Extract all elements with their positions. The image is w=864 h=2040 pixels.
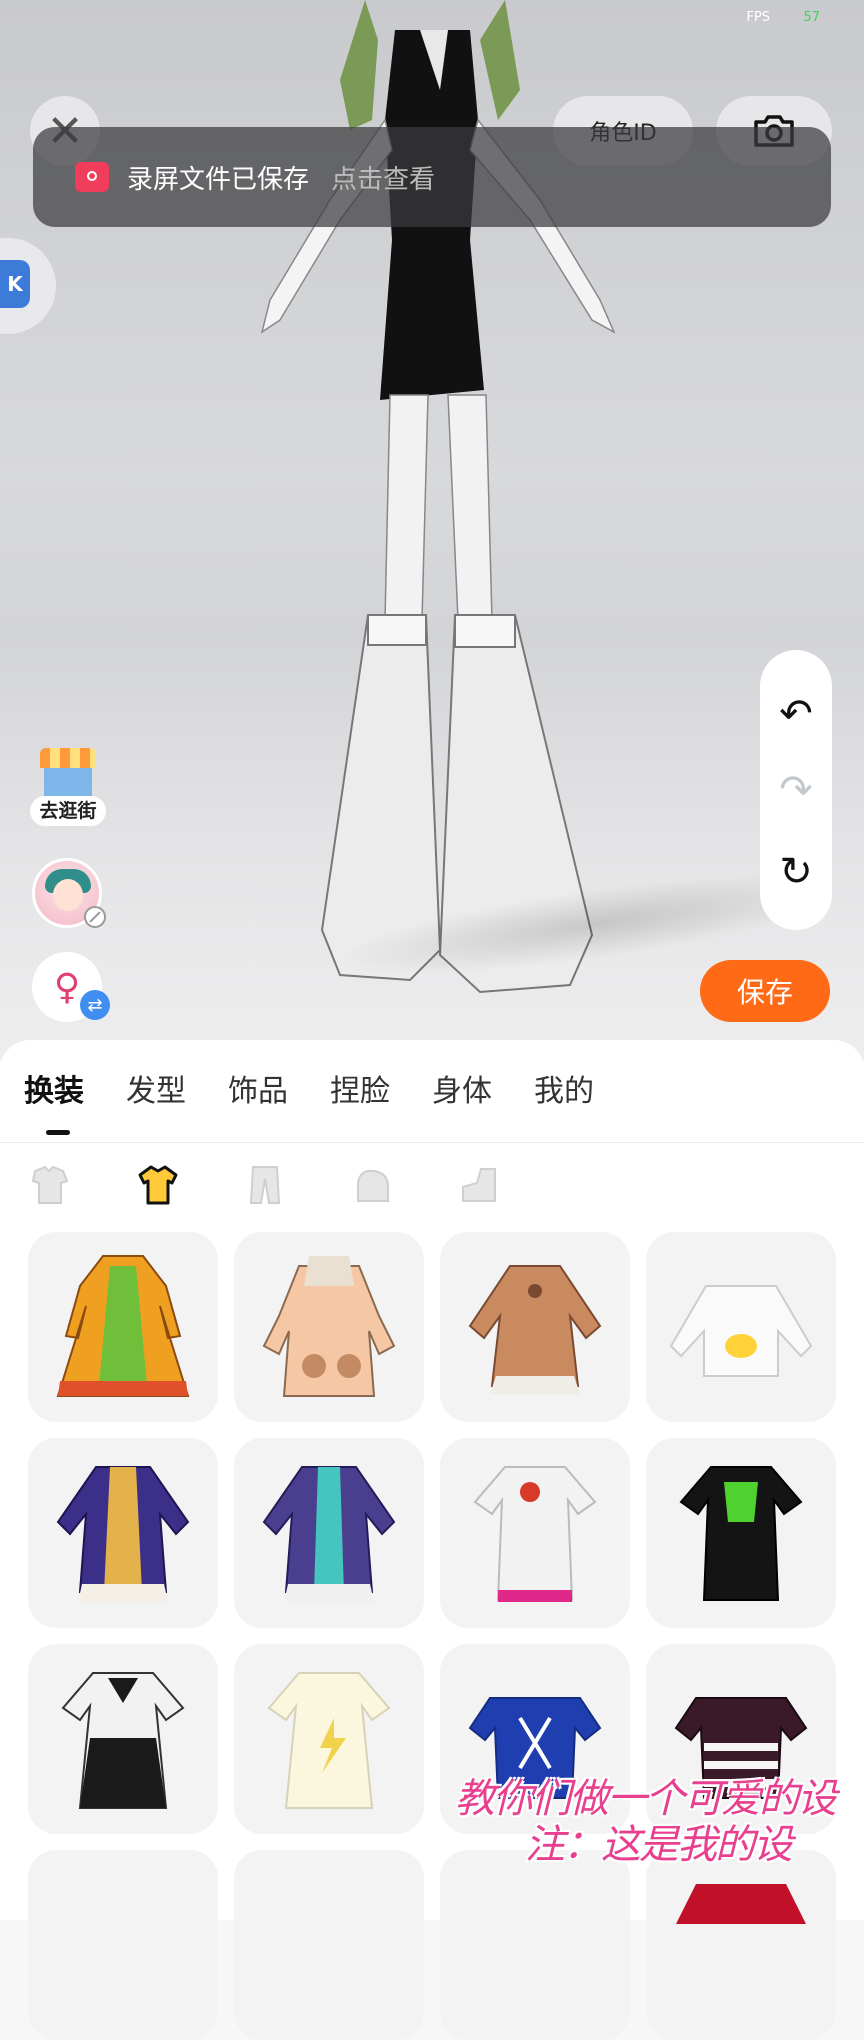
coat-icon — [262, 1256, 396, 1397]
hidden-badge-icon — [84, 906, 106, 928]
subcat-tops[interactable] — [133, 1160, 183, 1210]
caption-overlay: 教你们做一个可爱的设 注：这是我的设 — [455, 1776, 855, 1868]
clothing-item-partial-3[interactable] — [440, 1850, 630, 2040]
subcat-pants[interactable] — [240, 1160, 290, 1210]
shop-icon — [40, 748, 96, 768]
pants-icon — [249, 1166, 281, 1204]
dress-icon — [267, 1672, 391, 1809]
clothing-item-white-duck-sweater[interactable] — [646, 1232, 836, 1422]
clothing-item-brown-cape-dress[interactable] — [440, 1232, 630, 1422]
clothing-item-orange-green-robe[interactable] — [28, 1232, 218, 1422]
clothing-item-partial-4[interactable] — [646, 1850, 836, 2040]
robe-icon — [56, 1255, 190, 1397]
swap-icon[interactable]: ⇄ — [80, 990, 110, 1020]
caption-line-2: 注：这是我的设 — [525, 1822, 793, 1868]
screen-record-toast[interactable]: 录屏文件已保存 点击查看 — [33, 127, 831, 227]
dress-icon — [468, 1265, 602, 1394]
clothing-item-purple-teal-robe[interactable] — [234, 1438, 424, 1628]
subcat-gloves[interactable] — [347, 1160, 397, 1210]
top-shirt-icon — [138, 1165, 178, 1205]
clothing-item-cream-lightning-dress[interactable] — [234, 1644, 424, 1834]
clothing-item-partial-1[interactable] — [28, 1850, 218, 2040]
redo-button[interactable]: ↷ — [760, 754, 832, 826]
undo-icon: ↶ — [779, 691, 813, 737]
fps-label: FPS — [746, 10, 770, 25]
tab-mine[interactable]: 我的 — [534, 1070, 594, 1114]
shoes-icon — [462, 1168, 496, 1202]
gloves-icon — [357, 1169, 389, 1202]
tee-dress-icon — [473, 1466, 597, 1602]
sweater-icon — [669, 1285, 813, 1377]
active-tab-indicator — [46, 1130, 70, 1135]
caption-line-1: 教你们做一个可爱的设 — [455, 1776, 837, 1822]
subcat-outfit-set[interactable] — [26, 1160, 76, 1210]
tab-body[interactable]: 身体 — [432, 1070, 492, 1114]
tab-hair[interactable]: 发型 — [126, 1070, 186, 1114]
record-icon — [75, 162, 109, 192]
divider — [0, 1142, 864, 1143]
history-controls: ↶ ↷ ↻ — [760, 650, 832, 930]
female-icon: ♀ — [53, 966, 81, 1008]
subcat-shoes[interactable] — [454, 1160, 504, 1210]
go-shopping-button[interactable]: 去逛街 — [30, 748, 106, 828]
top-icon — [676, 1884, 806, 1924]
robe-icon — [56, 1466, 190, 1602]
outfit-set-icon — [31, 1165, 69, 1204]
tab-face[interactable]: 捏脸 — [330, 1070, 390, 1114]
save-button[interactable]: 保存 — [700, 960, 830, 1022]
clothing-item-black-white-star-dress[interactable] — [28, 1644, 218, 1834]
undo-button[interactable]: ↶ — [760, 678, 832, 750]
shop-building — [44, 768, 92, 798]
redo-icon: ↷ — [779, 767, 813, 813]
toast-message: 录屏文件已保存 — [127, 164, 310, 195]
dress-icon — [61, 1672, 185, 1809]
clothing-item-peach-bear-coat[interactable] — [234, 1232, 424, 1422]
clothing-item-partial-2[interactable] — [234, 1850, 424, 2040]
k-icon: K — [0, 260, 30, 308]
subcategory-bar — [26, 1160, 561, 1210]
fps-value: 57 — [803, 10, 820, 25]
clothing-item-purple-gold-robe[interactable] — [28, 1438, 218, 1628]
clothing-item-black-green-tee-dress[interactable] — [646, 1438, 836, 1628]
toast-view-link[interactable]: 点击查看 — [331, 159, 435, 196]
tee-dress-icon — [679, 1466, 803, 1601]
clothing-item-white-pink-tee-dress[interactable] — [440, 1438, 630, 1628]
robe-icon — [262, 1466, 396, 1602]
category-tabs: 换装 发型 饰品 捏脸 身体 我的 — [24, 1070, 636, 1114]
tab-outfit[interactable]: 换装 — [24, 1070, 84, 1114]
avatar-face — [53, 879, 83, 911]
reset-button[interactable]: ↻ — [760, 836, 832, 908]
go-shopping-label: 去逛街 — [30, 796, 106, 826]
reset-icon: ↻ — [779, 849, 813, 895]
tab-accessories[interactable]: 饰品 — [228, 1070, 288, 1114]
